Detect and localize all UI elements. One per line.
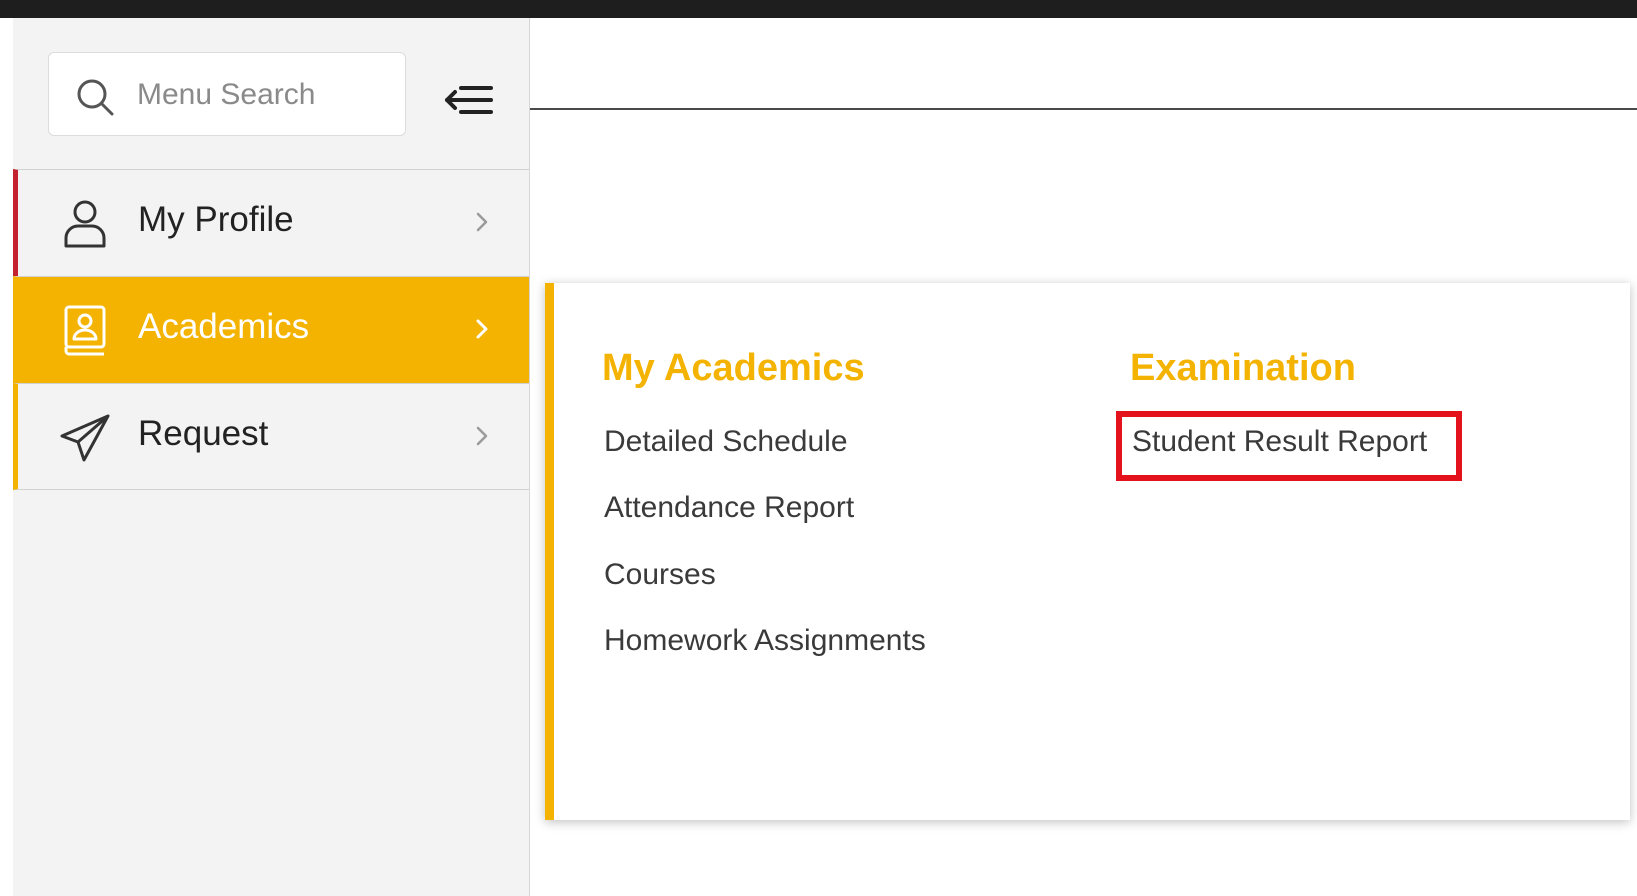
link-courses[interactable]: Courses <box>604 558 716 592</box>
sidebar-item-label: Academics <box>138 307 310 346</box>
sidebar-item-my-profile[interactable]: My Profile <box>13 169 529 276</box>
link-detailed-schedule[interactable]: Detailed Schedule <box>604 425 848 459</box>
top-bar <box>0 0 1637 18</box>
academics-flyout-menu: My Academics Detailed Schedule Attendanc… <box>545 283 1630 820</box>
menu-search-input[interactable] <box>135 71 394 119</box>
link-homework-assignments[interactable]: Homework Assignments <box>604 624 926 658</box>
link-student-result-report[interactable]: Student Result Report <box>1132 425 1427 459</box>
sidebar-item-label: My Profile <box>138 200 294 239</box>
chevron-right-icon <box>476 319 488 339</box>
menu-search-box[interactable] <box>48 52 406 136</box>
search-icon <box>77 79 114 116</box>
chevron-right-icon <box>476 426 488 446</box>
left-edge-strip <box>0 18 13 896</box>
chevron-right-icon <box>476 212 488 232</box>
academics-book-icon <box>64 305 106 356</box>
sidebar-item-request[interactable]: Request <box>13 383 529 490</box>
header-divider <box>530 108 1637 110</box>
examination-heading: Examination <box>1130 347 1356 389</box>
sidebar-menu: My Profile Academics Request <box>13 169 529 490</box>
sidebar-item-label: Request <box>138 414 269 453</box>
link-attendance-report[interactable]: Attendance Report <box>604 491 854 525</box>
user-icon <box>64 200 106 248</box>
paper-plane-icon <box>60 414 110 462</box>
sidebar-item-academics[interactable]: Academics <box>13 276 529 383</box>
sidebar: My Profile Academics Request <box>13 18 530 896</box>
collapse-menu-icon[interactable] <box>439 80 497 120</box>
my-academics-heading: My Academics <box>602 347 865 389</box>
